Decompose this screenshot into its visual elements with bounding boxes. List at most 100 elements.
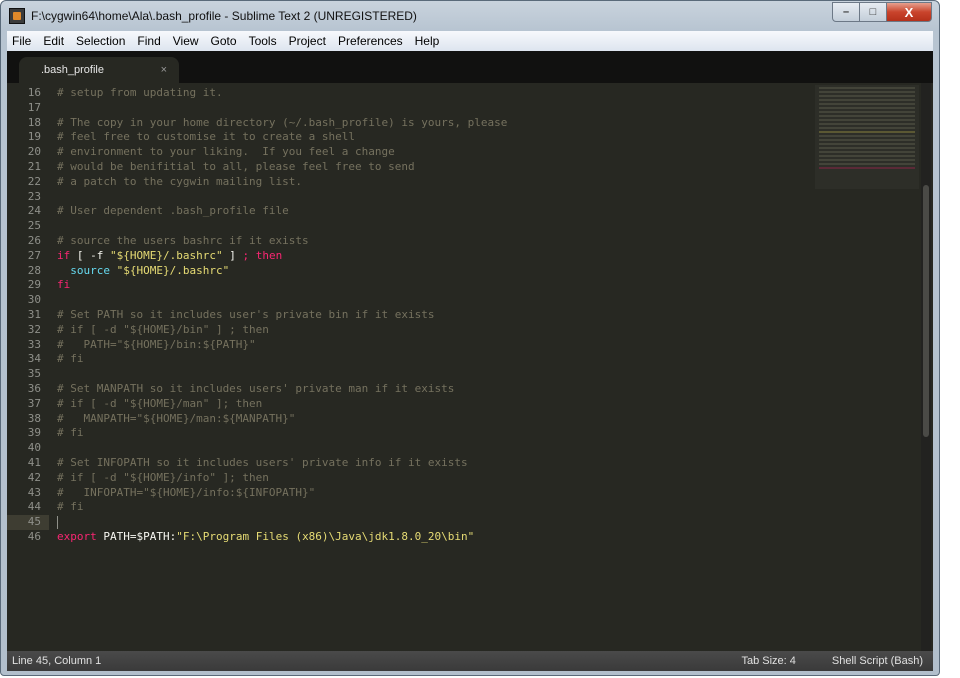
- scrollbar-thumb[interactable]: [923, 185, 929, 437]
- code-token: ; then: [242, 248, 283, 262]
- sublime-text-icon: [9, 8, 25, 24]
- tab-bash-profile[interactable]: .bash_profile ×: [19, 57, 179, 83]
- minimap[interactable]: [815, 85, 919, 189]
- line-number: 29: [27, 278, 41, 292]
- line-content: # if [ -d "${HOME}/bin" ] ; then: [49, 323, 269, 338]
- code-area[interactable]: 16 # setup from updating it. 17 18 # The cop…: [7, 83, 933, 651]
- code-token: [ -f: [70, 248, 110, 262]
- line-number: 43: [27, 485, 41, 499]
- code-line[interactable]: 36 # Set MANPATH so it includes users' pr…: [7, 382, 803, 397]
- code-line[interactable]: 18 # The copy in your home directory (~/.…: [7, 116, 803, 131]
- code-token: # a patch to the cygwin mailing list.: [57, 174, 303, 188]
- line-content: export PATH=$PATH:"F:\Program Files (x86…: [49, 530, 474, 545]
- menu-find[interactable]: Find: [131, 34, 166, 48]
- code-line[interactable]: 19 # feel free to customise it to create …: [7, 130, 803, 145]
- code-token: # MANPATH="${HOME}/man:${MANPATH}": [57, 411, 296, 425]
- line-number: 36: [27, 381, 41, 395]
- code-line[interactable]: 39 # fi: [7, 426, 803, 441]
- code-token: source: [70, 263, 110, 277]
- code-token: # fi: [57, 500, 84, 514]
- tab-size-indicator[interactable]: Tab Size: 4: [741, 655, 795, 667]
- code-token: "${HOME}/.bashrc": [110, 248, 223, 262]
- line-number: 22: [27, 174, 41, 188]
- code-line[interactable]: 38 # MANPATH="${HOME}/man:${MANPATH}": [7, 412, 803, 427]
- menu-edit[interactable]: Edit: [37, 34, 70, 48]
- code-line[interactable]: 21 # would be benifitial to all, please f…: [7, 160, 803, 175]
- code-token: "${HOME}/.bashrc": [116, 263, 230, 277]
- code-line[interactable]: 41 # Set INFOPATH so it includes users' p…: [7, 456, 803, 471]
- code-line[interactable]: 22 # a patch to the cygwin mailing list.: [7, 175, 803, 190]
- menu-help[interactable]: Help: [409, 34, 446, 48]
- close-button[interactable]: X: [887, 2, 932, 22]
- code-token: # User dependent .bash_profile file: [57, 204, 289, 218]
- code-line[interactable]: 29 fi: [7, 278, 803, 293]
- code-token: # fi: [57, 426, 84, 440]
- menu-tools[interactable]: Tools: [243, 34, 283, 48]
- code-token: # INFOPATH="${HOME}/info:${INFOPATH}": [57, 485, 316, 499]
- code-line[interactable]: 25: [7, 219, 803, 234]
- line-content: # Set INFOPATH so it includes users' pri…: [49, 456, 468, 471]
- code-lines[interactable]: 16 # setup from updating it. 17 18 # The cop…: [7, 86, 803, 545]
- line-number: 39: [27, 426, 41, 440]
- window-title: F:\cygwin64\home\Ala\.bash_profile - Sub…: [31, 9, 417, 23]
- line-number: 16: [27, 86, 41, 99]
- menu-bar: File Edit Selection Find View Goto Tools…: [7, 31, 933, 51]
- code-line[interactable]: 27 if [ -f "${HOME}/.bashrc" ] ; then: [7, 249, 803, 264]
- line-content: # feel free to customise it to create a …: [49, 130, 355, 145]
- code-line[interactable]: 35: [7, 367, 803, 382]
- syntax-indicator[interactable]: Shell Script (Bash): [832, 655, 923, 667]
- code-line[interactable]: 46 export PATH=$PATH:"F:\Program Files (x…: [7, 530, 803, 545]
- code-line[interactable]: 40: [7, 441, 803, 456]
- line-number: 18: [27, 115, 41, 129]
- code-line[interactable]: 31 # Set PATH so it includes user's priva…: [7, 308, 803, 323]
- code-line[interactable]: 17: [7, 101, 803, 116]
- code-line[interactable]: 34 # fi: [7, 352, 803, 367]
- line-number: 20: [27, 145, 41, 159]
- code-line[interactable]: 44 # fi: [7, 500, 803, 515]
- code-line[interactable]: 28 source "${HOME}/.bashrc": [7, 264, 803, 279]
- line-content: # would be benifitial to all, please fee…: [49, 160, 415, 175]
- code-line[interactable]: 26 # source the users bashrc if it exists: [7, 234, 803, 249]
- app-window: F:\cygwin64\home\Ala\.bash_profile - Sub…: [0, 0, 940, 676]
- line-number: 45: [7, 515, 49, 530]
- line-number: 21: [27, 159, 41, 173]
- line-number: 44: [27, 500, 41, 514]
- maximize-button[interactable]: □: [860, 2, 887, 22]
- menu-project[interactable]: Project: [283, 34, 332, 48]
- code-token: ]: [222, 248, 243, 262]
- line-number: 28: [27, 263, 41, 277]
- code-line[interactable]: 42 # if [ -d "${HOME}/info" ]; then: [7, 471, 803, 486]
- menu-selection[interactable]: Selection: [70, 34, 131, 48]
- vertical-scrollbar[interactable]: [921, 83, 931, 651]
- code-line[interactable]: 37 # if [ -d "${HOME}/man" ]; then: [7, 397, 803, 412]
- code-line[interactable]: 33 # PATH="${HOME}/bin:${PATH}": [7, 338, 803, 353]
- code-line[interactable]: 32 # if [ -d "${HOME}/bin" ] ; then: [7, 323, 803, 338]
- minimize-button[interactable]: –: [832, 2, 860, 22]
- code-line[interactable]: 24 # User dependent .bash_profile file: [7, 204, 803, 219]
- code-line[interactable]: 43 # INFOPATH="${HOME}/info:${INFOPATH}": [7, 486, 803, 501]
- menu-preferences[interactable]: Preferences: [332, 34, 409, 48]
- tab-close-icon[interactable]: ×: [161, 64, 167, 76]
- line-number: 32: [27, 322, 41, 336]
- tab-label: .bash_profile: [41, 64, 104, 76]
- tab-bar: .bash_profile ×: [7, 51, 933, 83]
- title-bar[interactable]: F:\cygwin64\home\Ala\.bash_profile - Sub…: [1, 1, 939, 31]
- code-token: # environment to your liking. If you fee…: [57, 145, 395, 159]
- line-content: # INFOPATH="${HOME}/info:${INFOPATH}": [49, 486, 315, 501]
- menu-view[interactable]: View: [167, 34, 205, 48]
- code-token: # fi: [57, 352, 84, 366]
- menu-goto[interactable]: Goto: [205, 34, 243, 48]
- code-line[interactable]: 30: [7, 293, 803, 308]
- code-token: PATH=$PATH:: [96, 529, 177, 543]
- code-token: # if [ -d "${HOME}/info" ]; then: [57, 470, 269, 484]
- code-line[interactable]: 45: [7, 515, 803, 530]
- text-cursor: [57, 515, 58, 529]
- code-line[interactable]: 16 # setup from updating it.: [7, 86, 803, 101]
- code-line[interactable]: 20 # environment to your liking. If you f…: [7, 145, 803, 160]
- code-line[interactable]: 23: [7, 190, 803, 205]
- menu-file[interactable]: File: [7, 34, 37, 48]
- line-content: # environment to your liking. If you fee…: [49, 145, 395, 160]
- line-number: 46: [27, 529, 41, 543]
- code-token: # if [ -d "${HOME}/man" ]; then: [57, 396, 263, 410]
